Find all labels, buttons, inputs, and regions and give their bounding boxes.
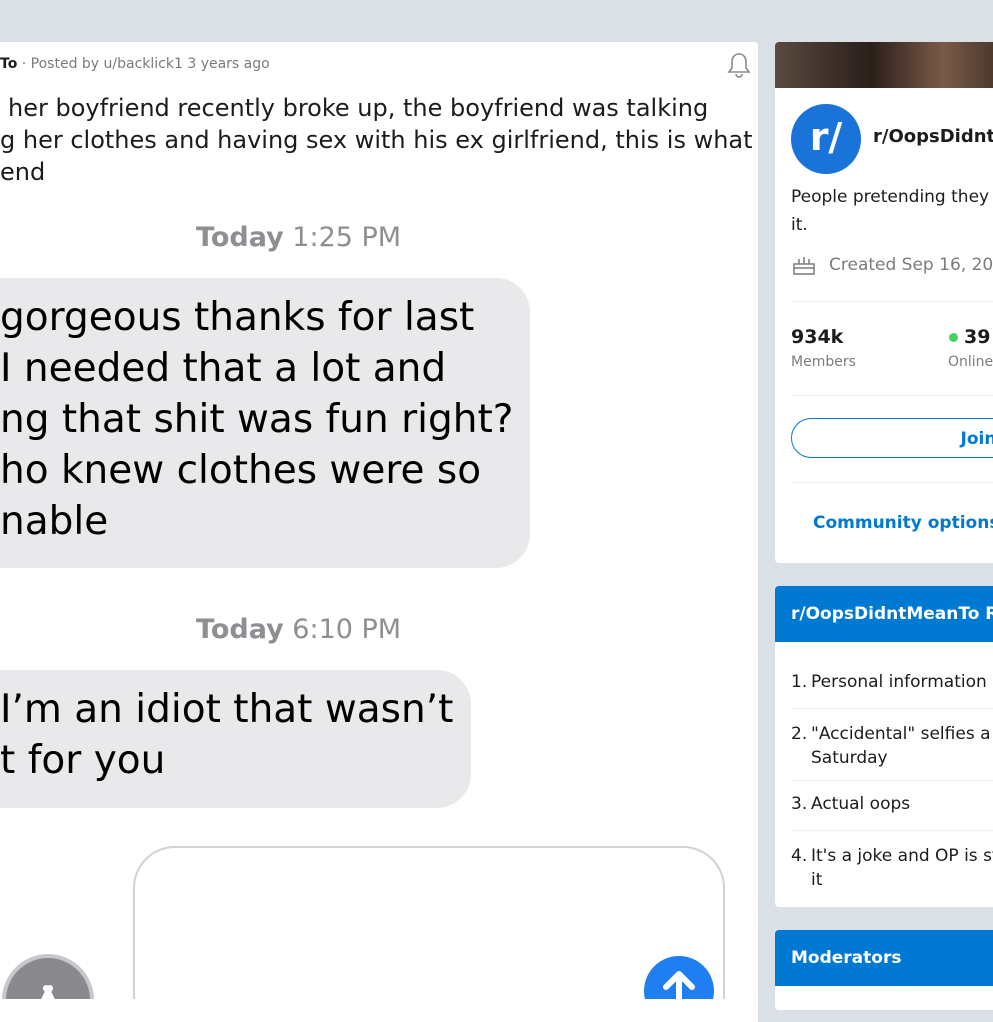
send-arrow-icon — [644, 956, 714, 999]
subreddit-link[interactable]: To — [0, 56, 17, 72]
rule-text: Personal information — [811, 672, 987, 692]
rule-item[interactable]: 3. Actual oops — [791, 792, 993, 816]
post-title-line: end — [0, 158, 46, 186]
community-options-button[interactable]: Community options — [813, 513, 993, 533]
rule-text: Actual oops — [811, 794, 911, 814]
meta-separator: · — [21, 56, 27, 72]
created-date-text: Created Sep 16, 20 — [829, 255, 993, 275]
rule-text: it — [811, 870, 823, 890]
community-name[interactable]: r/OopsDidnt — [873, 126, 993, 147]
rule-number: 3. — [791, 794, 808, 814]
message-input-box — [133, 846, 725, 999]
post-card: To · Posted by u/backlick1 3 years ago h… — [0, 42, 758, 1022]
rule-number: 4. — [791, 846, 808, 866]
rules-card: r/OopsDidntMeanTo R 1. Personal informat… — [775, 586, 993, 907]
community-description: People pretending they do it. — [791, 187, 993, 235]
divider — [791, 708, 993, 709]
message-line: nable — [0, 499, 109, 544]
rule-text: Saturday — [811, 748, 888, 768]
timestamp-day: Today — [196, 222, 284, 253]
members-label: Members — [791, 354, 856, 370]
post-title-line: g her clothes and having sex with his ex… — [0, 126, 753, 154]
bell-icon[interactable] — [724, 50, 754, 80]
divider — [791, 301, 993, 302]
rule-number: 1. — [791, 672, 808, 692]
community-banner — [775, 42, 993, 88]
post-meta: To · Posted by u/backlick1 3 years ago — [0, 56, 270, 72]
divider — [791, 482, 993, 483]
timestamp-time: 6:10 PM — [292, 614, 402, 645]
moderators-header: Moderators — [775, 930, 993, 986]
message-line: I’m an idiot that wasn’t — [0, 687, 454, 732]
app-store-icon — [2, 954, 94, 999]
timestamp-day: Today — [196, 614, 284, 645]
post-title[interactable]: her boyfriend recently broke up, the boy… — [0, 92, 753, 188]
rule-item[interactable]: 4. It's a joke and OP is st it — [791, 844, 993, 892]
moderators-card: Moderators — [775, 930, 993, 1010]
timestamp: Today 6:10 PM — [196, 614, 401, 645]
online-count: 39 — [949, 326, 990, 348]
timestamp: Today 1:25 PM — [196, 222, 401, 253]
divider — [791, 830, 993, 831]
members-count: 934k — [791, 326, 844, 348]
message-line: ng that shit was fun right? — [0, 397, 514, 442]
rules-header: r/OopsDidntMeanTo R — [775, 586, 993, 642]
message-line: I needed that a lot and — [0, 346, 447, 391]
posted-by[interactable]: Posted by u/backlick1 3 years ago — [31, 56, 270, 72]
timestamp-time: 1:25 PM — [292, 222, 402, 253]
about-community-card: r/ r/OopsDidnt People pretending they do… — [775, 42, 993, 563]
community-avatar[interactable]: r/ — [791, 104, 861, 174]
message-line: gorgeous thanks for last — [0, 295, 475, 340]
divider — [791, 395, 993, 396]
post-title-line: her boyfriend recently broke up, the boy… — [8, 94, 709, 122]
online-dot-icon — [949, 333, 958, 342]
message-line: t for you — [0, 738, 166, 783]
message-bubble: I’m an idiot that wasn’t t for you — [0, 670, 471, 808]
rule-item[interactable]: 1. Personal information — [791, 670, 993, 694]
rule-text: It's a joke and OP is st — [811, 846, 993, 866]
post-image[interactable]: Today 1:25 PM gorgeous thanks for last I… — [0, 196, 758, 999]
rule-text: "Accidental" selfies a — [811, 724, 991, 744]
message-line: ho knew clothes were so — [0, 448, 482, 493]
rule-number: 2. — [791, 724, 808, 744]
rule-item[interactable]: 2. "Accidental" selfies a Saturday — [791, 722, 993, 770]
created-date: Created Sep 16, 20 — [791, 254, 993, 276]
divider — [791, 780, 993, 781]
online-label: Online — [948, 354, 993, 370]
cake-icon — [793, 257, 815, 275]
join-button[interactable]: Joine — [791, 418, 993, 458]
message-bubble: gorgeous thanks for last I needed that a… — [0, 278, 530, 568]
